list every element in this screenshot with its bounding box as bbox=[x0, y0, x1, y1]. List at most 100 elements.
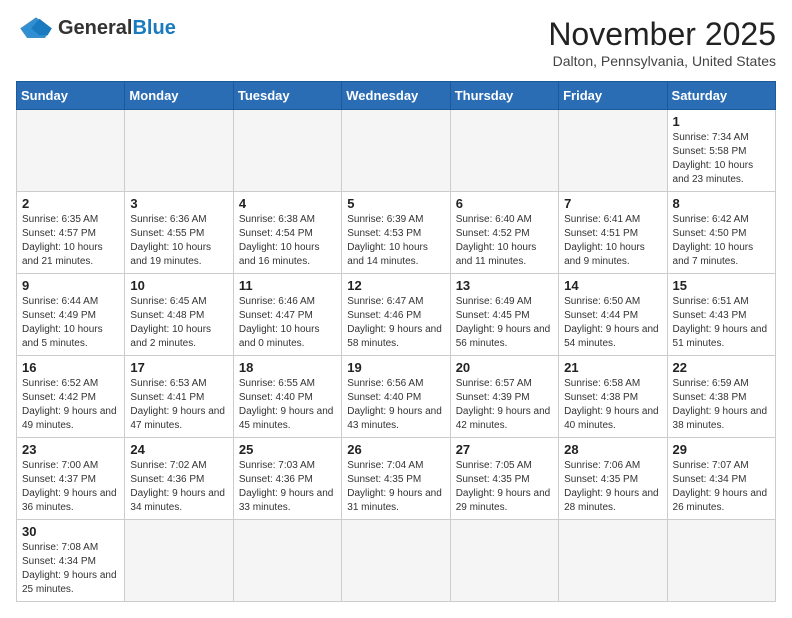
calendar-week-row: 2 Sunrise: 6:35 AM Sunset: 4:57 PM Daylig… bbox=[17, 192, 776, 274]
calendar-day-cell: 22Sunrise: 6:59 AM Sunset: 4:38 PM Dayli… bbox=[667, 356, 775, 438]
calendar-day-cell bbox=[233, 110, 341, 192]
day-info: Sunrise: 6:36 AM Sunset: 4:55 PM Dayligh… bbox=[130, 213, 227, 269]
day-number: 22 bbox=[673, 360, 770, 375]
calendar-day-cell: 10 Sunrise: 6:45 AM Sunset: 4:48 PM Dayli… bbox=[125, 274, 233, 356]
day-number: 28 bbox=[564, 442, 661, 457]
day-info: Sunrise: 6:42 AM Sunset: 4:50 PM Dayligh… bbox=[673, 213, 770, 269]
day-number: 20 bbox=[456, 360, 553, 375]
day-number: 4 bbox=[239, 196, 336, 211]
day-number: 26 bbox=[347, 442, 444, 457]
weekday-header-thursday: Thursday bbox=[450, 82, 558, 110]
calendar-day-cell: 27Sunrise: 7:05 AM Sunset: 4:35 PM Dayli… bbox=[450, 438, 558, 520]
calendar-day-cell: 18 Sunrise: 6:55 AM Sunset: 4:40 PM Dayli… bbox=[233, 356, 341, 438]
calendar-day-cell bbox=[450, 520, 558, 602]
day-info: Sunrise: 6:45 AM Sunset: 4:48 PM Dayligh… bbox=[130, 295, 227, 351]
calendar-day-cell bbox=[342, 520, 450, 602]
calendar-day-cell: 12Sunrise: 6:47 AM Sunset: 4:46 PM Dayli… bbox=[342, 274, 450, 356]
calendar-day-cell bbox=[233, 520, 341, 602]
day-info: Sunrise: 6:51 AM Sunset: 4:43 PM Dayligh… bbox=[673, 295, 770, 351]
calendar-day-cell: 25 Sunrise: 7:03 AM Sunset: 4:36 PM Dayli… bbox=[233, 438, 341, 520]
day-number: 10 bbox=[130, 278, 227, 293]
day-info: Sunrise: 7:00 AM Sunset: 4:37 PM Dayligh… bbox=[22, 459, 119, 515]
calendar-day-cell: 4 Sunrise: 6:38 AM Sunset: 4:54 PM Daylig… bbox=[233, 192, 341, 274]
calendar-day-cell bbox=[342, 110, 450, 192]
day-number: 19 bbox=[347, 360, 444, 375]
title-area: November 2025 Dalton, Pennsylvania, Unit… bbox=[548, 16, 776, 69]
weekday-header-wednesday: Wednesday bbox=[342, 82, 450, 110]
calendar-day-cell: 16Sunrise: 6:52 AM Sunset: 4:42 PM Dayli… bbox=[17, 356, 125, 438]
day-number: 1 bbox=[673, 114, 770, 129]
day-number: 18 bbox=[239, 360, 336, 375]
calendar-day-cell: 20 Sunrise: 6:57 AM Sunset: 4:39 PM Dayli… bbox=[450, 356, 558, 438]
calendar-day-cell bbox=[17, 110, 125, 192]
day-number: 30 bbox=[22, 524, 119, 539]
day-info: Sunrise: 6:53 AM Sunset: 4:41 PM Dayligh… bbox=[130, 377, 227, 433]
calendar-day-cell bbox=[559, 520, 667, 602]
calendar-day-cell bbox=[450, 110, 558, 192]
day-number: 29 bbox=[673, 442, 770, 457]
calendar-day-cell: 15Sunrise: 6:51 AM Sunset: 4:43 PM Dayli… bbox=[667, 274, 775, 356]
location-subtitle: Dalton, Pennsylvania, United States bbox=[548, 53, 776, 69]
calendar-day-cell: 8Sunrise: 6:42 AM Sunset: 4:50 PM Daylig… bbox=[667, 192, 775, 274]
day-info: Sunrise: 6:57 AM Sunset: 4:39 PM Dayligh… bbox=[456, 377, 553, 433]
calendar-day-cell: 24Sunrise: 7:02 AM Sunset: 4:36 PM Dayli… bbox=[125, 438, 233, 520]
day-info: Sunrise: 6:41 AM Sunset: 4:51 PM Dayligh… bbox=[564, 213, 661, 269]
calendar-table: SundayMondayTuesdayWednesdayThursdayFrid… bbox=[16, 81, 776, 602]
weekday-header-row: SundayMondayTuesdayWednesdayThursdayFrid… bbox=[17, 82, 776, 110]
weekday-header-friday: Friday bbox=[559, 82, 667, 110]
calendar-week-row: 23 Sunrise: 7:00 AM Sunset: 4:37 PM Dayli… bbox=[17, 438, 776, 520]
day-info: Sunrise: 6:55 AM Sunset: 4:40 PM Dayligh… bbox=[239, 377, 336, 433]
logo-text: GeneralBlue bbox=[58, 17, 176, 40]
day-info: Sunrise: 6:39 AM Sunset: 4:53 PM Dayligh… bbox=[347, 213, 444, 269]
day-info: Sunrise: 6:38 AM Sunset: 4:54 PM Dayligh… bbox=[239, 213, 336, 269]
calendar-week-row: 30 Sunrise: 7:08 AM Sunset: 4:34 PM Dayli… bbox=[17, 520, 776, 602]
day-info: Sunrise: 7:07 AM Sunset: 4:34 PM Dayligh… bbox=[673, 459, 770, 515]
day-number: 25 bbox=[239, 442, 336, 457]
day-number: 2 bbox=[22, 196, 119, 211]
calendar-day-cell bbox=[125, 520, 233, 602]
calendar-day-cell: 1 Sunrise: 7:34 AM Sunset: 5:58 PM Daylig… bbox=[667, 110, 775, 192]
calendar-day-cell: 23 Sunrise: 7:00 AM Sunset: 4:37 PM Dayli… bbox=[17, 438, 125, 520]
calendar-week-row: 1 Sunrise: 7:34 AM Sunset: 5:58 PM Daylig… bbox=[17, 110, 776, 192]
calendar-day-cell: 5 Sunrise: 6:39 AM Sunset: 4:53 PM Daylig… bbox=[342, 192, 450, 274]
weekday-header-monday: Monday bbox=[125, 82, 233, 110]
calendar-day-cell: 26Sunrise: 7:04 AM Sunset: 4:35 PM Dayli… bbox=[342, 438, 450, 520]
day-number: 17 bbox=[130, 360, 227, 375]
weekday-header-saturday: Saturday bbox=[667, 82, 775, 110]
day-info: Sunrise: 6:49 AM Sunset: 4:45 PM Dayligh… bbox=[456, 295, 553, 351]
day-number: 21 bbox=[564, 360, 661, 375]
calendar-day-cell: 3Sunrise: 6:36 AM Sunset: 4:55 PM Daylig… bbox=[125, 192, 233, 274]
day-info: Sunrise: 7:34 AM Sunset: 5:58 PM Dayligh… bbox=[673, 131, 770, 187]
day-number: 16 bbox=[22, 360, 119, 375]
weekday-header-sunday: Sunday bbox=[17, 82, 125, 110]
day-info: Sunrise: 6:35 AM Sunset: 4:57 PM Dayligh… bbox=[22, 213, 119, 269]
calendar-day-cell: 21 Sunrise: 6:58 AM Sunset: 4:38 PM Dayli… bbox=[559, 356, 667, 438]
day-info: Sunrise: 6:58 AM Sunset: 4:38 PM Dayligh… bbox=[564, 377, 661, 433]
calendar-day-cell: 2 Sunrise: 6:35 AM Sunset: 4:57 PM Daylig… bbox=[17, 192, 125, 274]
day-info: Sunrise: 7:08 AM Sunset: 4:34 PM Dayligh… bbox=[22, 541, 119, 597]
calendar-week-row: 16Sunrise: 6:52 AM Sunset: 4:42 PM Dayli… bbox=[17, 356, 776, 438]
day-number: 6 bbox=[456, 196, 553, 211]
calendar-day-cell: 6Sunrise: 6:40 AM Sunset: 4:52 PM Daylig… bbox=[450, 192, 558, 274]
day-number: 23 bbox=[22, 442, 119, 457]
calendar-day-cell bbox=[125, 110, 233, 192]
day-info: Sunrise: 6:46 AM Sunset: 4:47 PM Dayligh… bbox=[239, 295, 336, 351]
day-info: Sunrise: 7:05 AM Sunset: 4:35 PM Dayligh… bbox=[456, 459, 553, 515]
day-info: Sunrise: 6:47 AM Sunset: 4:46 PM Dayligh… bbox=[347, 295, 444, 351]
weekday-header-tuesday: Tuesday bbox=[233, 82, 341, 110]
day-info: Sunrise: 7:06 AM Sunset: 4:35 PM Dayligh… bbox=[564, 459, 661, 515]
day-info: Sunrise: 6:56 AM Sunset: 4:40 PM Dayligh… bbox=[347, 377, 444, 433]
calendar-day-cell: 9Sunrise: 6:44 AM Sunset: 4:49 PM Daylig… bbox=[17, 274, 125, 356]
calendar-day-cell: 29 Sunrise: 7:07 AM Sunset: 4:34 PM Dayli… bbox=[667, 438, 775, 520]
day-info: Sunrise: 6:50 AM Sunset: 4:44 PM Dayligh… bbox=[564, 295, 661, 351]
calendar-day-cell: 19 Sunrise: 6:56 AM Sunset: 4:40 PM Dayli… bbox=[342, 356, 450, 438]
day-number: 11 bbox=[239, 278, 336, 293]
calendar-day-cell: 11 Sunrise: 6:46 AM Sunset: 4:47 PM Dayli… bbox=[233, 274, 341, 356]
calendar-day-cell bbox=[667, 520, 775, 602]
day-number: 5 bbox=[347, 196, 444, 211]
day-number: 7 bbox=[564, 196, 661, 211]
calendar-day-cell: 28 Sunrise: 7:06 AM Sunset: 4:35 PM Dayli… bbox=[559, 438, 667, 520]
day-number: 24 bbox=[130, 442, 227, 457]
calendar-day-cell: 30 Sunrise: 7:08 AM Sunset: 4:34 PM Dayli… bbox=[17, 520, 125, 602]
day-info: Sunrise: 7:03 AM Sunset: 4:36 PM Dayligh… bbox=[239, 459, 336, 515]
